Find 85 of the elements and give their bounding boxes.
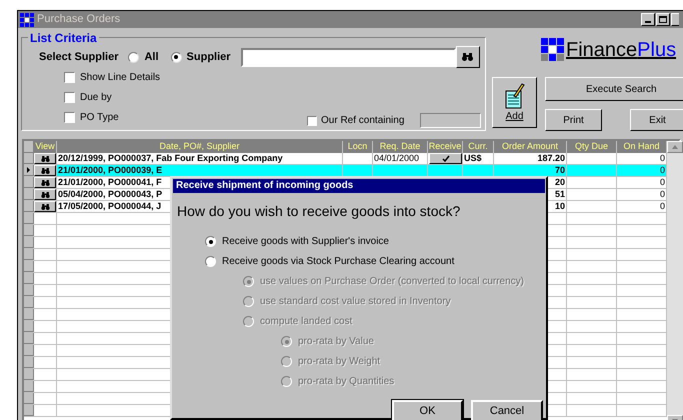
binoculars-icon — [40, 204, 50, 210]
column-header: Curr. — [463, 141, 494, 153]
table-cell: 51 — [554, 189, 566, 200]
supplier-field[interactable] — [240, 48, 456, 66]
radio-button[interactable] — [205, 256, 216, 267]
radio-label: use values on Purchase Order (converted to local currency) — [260, 275, 524, 289]
add-button[interactable]: Add — [492, 77, 537, 128]
up-arrow-icon — [672, 145, 678, 149]
column-header: Qty Due — [567, 141, 617, 153]
checkbox-label: PO Type — [80, 111, 119, 125]
table-cell: 0 — [658, 177, 666, 188]
radio-label: pro-rata by Quantities — [298, 375, 394, 389]
radio-label: pro-rata by Weight — [298, 355, 380, 369]
column-header: View — [34, 141, 57, 153]
column-header: Req. Date — [373, 141, 428, 153]
table-cell: US$ — [463, 153, 483, 164]
table-cell: 187.20 — [536, 153, 566, 164]
maximize-button[interactable] — [656, 13, 670, 26]
table-cell: 0 — [658, 153, 666, 164]
table-cell: 21/01/2000, PO000041, F — [57, 177, 163, 188]
table-cell: 10 — [554, 201, 566, 212]
binoculars-icon — [40, 168, 50, 174]
table-cell: 21/01/2000, PO000039, E — [57, 165, 164, 176]
our-ref-field[interactable] — [420, 113, 482, 128]
ok-button[interactable]: OK — [392, 400, 463, 420]
search-button[interactable] — [456, 46, 480, 68]
exit-button[interactable]: Exit — [630, 109, 683, 131]
column-header: Receive — [428, 141, 463, 153]
table-cell: 20 — [554, 177, 566, 188]
cancel-button[interactable]: Cancel — [471, 400, 543, 420]
table-cell: 0 — [658, 189, 666, 200]
radio-label: pro-rata by Value — [298, 335, 374, 349]
view-button[interactable] — [34, 201, 56, 212]
logo-grid-icon — [541, 38, 565, 62]
app-icon — [20, 12, 34, 26]
column-header: On Hand — [617, 141, 667, 153]
radio-label: Receive goods via Stock Purchase Clearing account — [222, 255, 454, 269]
window-title: Purchase Orders — [37, 12, 120, 28]
notepad-pencil-icon — [504, 83, 524, 109]
print-button[interactable]: Print — [545, 109, 602, 131]
close-button[interactable] — [671, 13, 679, 26]
binoculars-icon — [462, 53, 474, 61]
column-header: Locn — [343, 141, 373, 153]
table-cell: 04/01/2000 — [373, 153, 420, 164]
view-button[interactable] — [34, 177, 56, 188]
financeplus-logo: FinancePlus — [566, 38, 676, 62]
radio-label: Receive goods with Supplier's invoice — [222, 235, 389, 249]
view-button[interactable] — [34, 189, 56, 200]
dialog-question: How do you wish to receive goods into stock? — [177, 202, 462, 221]
column-header: Date, PO#, Supplier — [57, 141, 343, 153]
checkbox[interactable] — [64, 92, 75, 103]
vertical-scrollbar[interactable] — [667, 141, 683, 420]
table-cell: 0 — [658, 201, 666, 212]
checkbox-label: Show Line Details — [80, 71, 160, 85]
tick-icon — [442, 155, 450, 162]
column-header: Order Amount — [494, 141, 567, 153]
radio-button[interactable] — [205, 236, 216, 247]
binoculars-icon — [40, 156, 50, 162]
radio-label: use standard cost value stored in Inventory — [260, 295, 451, 309]
checkbox[interactable] — [64, 112, 75, 123]
radio-label: Supplier — [186, 50, 231, 65]
dialog-title-bar: Receive shipment of incoming goods — [173, 179, 545, 193]
table-cell: 70 — [554, 165, 566, 176]
checkbox[interactable] — [64, 72, 75, 83]
view-button[interactable] — [34, 153, 56, 164]
view-button[interactable] — [34, 165, 56, 176]
table-cell: 05/04/2000, PO000043, P — [57, 189, 164, 200]
binoculars-icon — [40, 180, 50, 186]
receive-button[interactable] — [429, 153, 462, 164]
execute-search-button[interactable]: Execute Search — [545, 77, 683, 101]
radio-button[interactable] — [128, 52, 140, 62]
table-cell: 0 — [658, 165, 666, 176]
table-cell: 17/05/2000, PO000044, J — [57, 201, 162, 212]
select-supplier-label: Select Supplier — [39, 50, 118, 65]
row-selector[interactable] — [24, 165, 34, 176]
checkbox[interactable] — [307, 116, 317, 126]
scroll-up-button[interactable] — [667, 141, 683, 153]
radio-button[interactable] — [170, 52, 182, 62]
radio-label: compute landed cost — [260, 315, 352, 329]
minimize-button[interactable] — [641, 13, 655, 26]
binoculars-icon — [40, 192, 50, 198]
checkbox-label: Due by — [80, 91, 112, 105]
table-cell: 20/12/1999, PO000037, Fab Four Exporting Company — [57, 153, 284, 164]
checkbox-label: Our Ref containing — [321, 114, 404, 128]
radio-label: All — [144, 50, 159, 65]
